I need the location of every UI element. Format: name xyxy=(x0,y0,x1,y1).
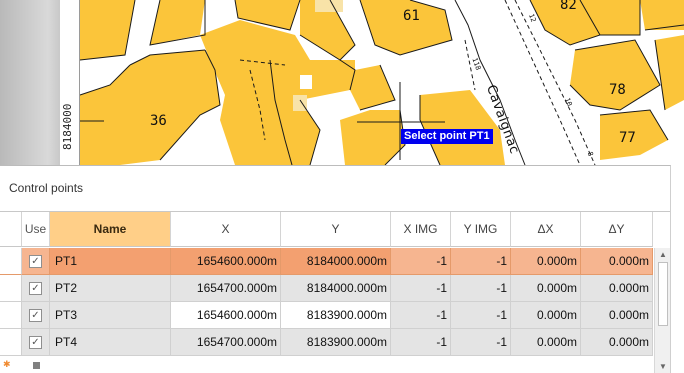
y-img-cell[interactable]: -1 xyxy=(451,302,511,329)
table-row[interactable]: ✓ PT4 1654700.000m 8183900.000m -1 -1 0.… xyxy=(0,329,653,356)
table-row[interactable]: ▶ ✓ PT1 1654600.000m 8184000.000m -1 -1 … xyxy=(0,248,653,275)
x-cell[interactable]: 1654700.000m xyxy=(171,275,281,302)
column-header-x-img[interactable]: X IMG xyxy=(391,212,451,247)
use-checkbox[interactable]: ✓ xyxy=(29,255,42,268)
y-cell[interactable]: 8184000.000m xyxy=(281,248,391,275)
x-cell[interactable]: 1654600.000m xyxy=(171,248,281,275)
column-header-y-img[interactable]: Y IMG xyxy=(451,212,511,247)
row-header[interactable] xyxy=(0,302,22,329)
table-row[interactable]: ✓ PT3 1654600.000m 8183900.000m -1 -1 0.… xyxy=(0,302,653,329)
x-img-cell[interactable]: -1 xyxy=(391,248,451,275)
name-cell[interactable]: PT2 xyxy=(50,275,171,302)
parcel-number: 77 xyxy=(619,130,636,146)
parcel-number: 61 xyxy=(403,8,420,24)
delta-y-cell[interactable]: 0.000m xyxy=(581,248,653,275)
table-row[interactable]: ✓ PT2 1654700.000m 8184000.000m -1 -1 0.… xyxy=(0,275,653,302)
x-cell[interactable]: 1654700.000m xyxy=(171,329,281,356)
map-side-gutter xyxy=(0,0,60,165)
delta-x-cell[interactable]: 0.000m xyxy=(511,302,581,329)
row-header[interactable] xyxy=(0,329,22,356)
row-header[interactable] xyxy=(0,275,22,302)
cadastral-map[interactable] xyxy=(0,0,684,165)
name-cell[interactable]: PT1 xyxy=(50,248,171,275)
x-img-cell[interactable]: -1 xyxy=(391,302,451,329)
y-cell[interactable]: 8184000.000m xyxy=(281,275,391,302)
panel-title: Control points xyxy=(9,181,84,195)
y-img-cell[interactable]: -1 xyxy=(451,275,511,302)
scroll-down-arrow-icon[interactable]: ▼ xyxy=(658,362,668,372)
column-header-use[interactable]: Use xyxy=(22,212,50,247)
delta-y-cell[interactable]: 0.000m xyxy=(581,329,653,356)
ruler-coordinate-label: 8184000 xyxy=(61,103,74,151)
column-header-delta-y[interactable]: ΔY xyxy=(581,212,653,247)
name-cell[interactable]: PT3 xyxy=(50,302,171,329)
parcel-number: 82 xyxy=(560,0,577,13)
y-img-cell[interactable]: -1 xyxy=(451,248,511,275)
control-points-grid: Use Name X Y X IMG Y IMG ΔX ΔY ▶ ✓ PT1 1… xyxy=(0,211,670,373)
delta-x-cell[interactable]: 0.000m xyxy=(511,329,581,356)
control-points-panel: Control points Use Name X Y X IMG Y IMG … xyxy=(0,165,671,373)
column-header-delta-x[interactable]: ΔX xyxy=(511,212,581,247)
x-img-cell[interactable]: -1 xyxy=(391,275,451,302)
column-header-name[interactable]: Name xyxy=(50,212,171,247)
x-cell[interactable]: 1654600.000m xyxy=(171,302,281,329)
scrollbar-thumb[interactable] xyxy=(658,262,668,326)
y-img-cell[interactable]: -1 xyxy=(451,329,511,356)
delta-y-cell[interactable]: 0.000m xyxy=(581,302,653,329)
x-img-cell[interactable]: -1 xyxy=(391,329,451,356)
row-header-corner xyxy=(0,212,22,247)
parcel-number: 78 xyxy=(609,82,626,98)
select-point-tooltip: Select point PT1 xyxy=(401,129,493,144)
use-checkbox[interactable]: ✓ xyxy=(29,309,42,322)
column-header-x[interactable]: X xyxy=(171,212,281,247)
y-cell[interactable]: 8183900.000m xyxy=(281,302,391,329)
delta-y-cell[interactable]: 0.000m xyxy=(581,275,653,302)
map-view[interactable]: 8184000 61 82 36 78 77 12 10 8 118 Cavai… xyxy=(0,0,684,165)
use-checkbox[interactable]: ✓ xyxy=(29,282,42,295)
delta-x-cell[interactable]: 0.000m xyxy=(511,275,581,302)
column-header-y[interactable]: Y xyxy=(281,212,391,247)
new-row-star-icon: ✱ xyxy=(3,359,11,369)
scroll-up-arrow-icon[interactable]: ▲ xyxy=(658,250,668,260)
vertical-scrollbar[interactable]: ▲ ▼ xyxy=(654,248,670,373)
row-header[interactable] xyxy=(0,248,22,275)
new-row[interactable]: ✱ xyxy=(0,356,653,373)
delta-x-cell[interactable]: 0.000m xyxy=(511,248,581,275)
parcel-number: 36 xyxy=(150,113,167,129)
y-cell[interactable]: 8183900.000m xyxy=(281,329,391,356)
name-cell[interactable]: PT4 xyxy=(50,329,171,356)
new-row-checkbox-icon[interactable] xyxy=(33,362,40,369)
use-checkbox[interactable]: ✓ xyxy=(29,336,42,349)
